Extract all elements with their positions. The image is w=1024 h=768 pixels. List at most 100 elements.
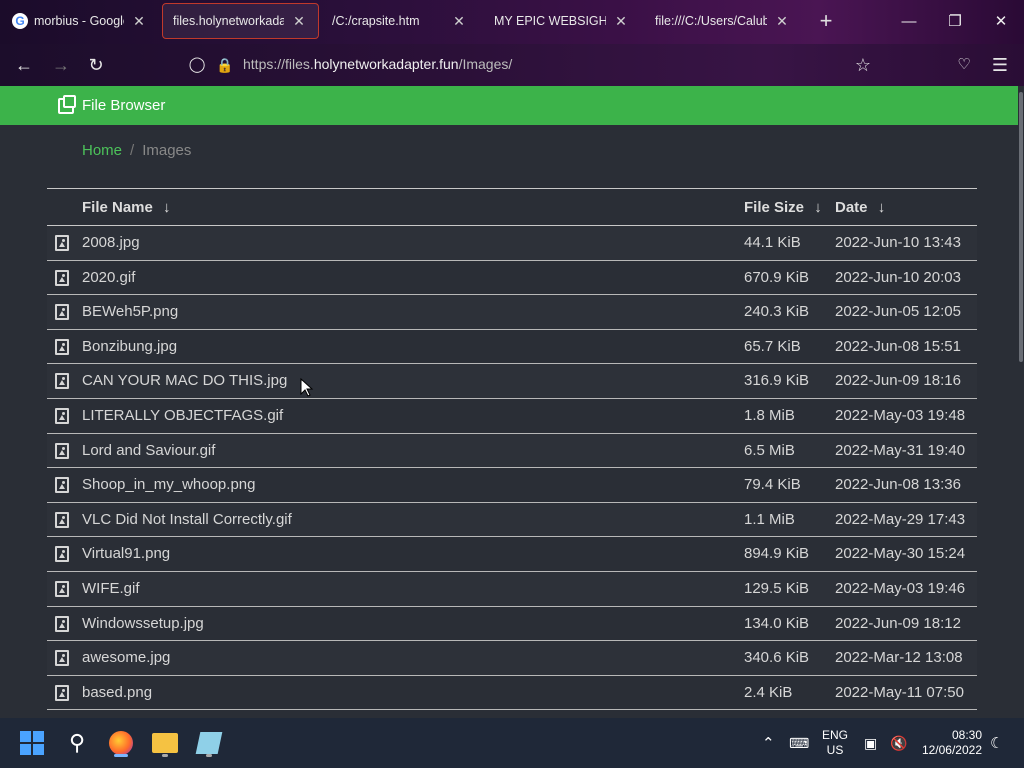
tab-title: files.holynetworkadapte	[173, 14, 284, 28]
notifications-icon[interactable]: ☾	[990, 718, 1003, 768]
image-file-icon	[55, 338, 69, 355]
tab-epic-websight[interactable]: MY EPIC WEBSIGHT ✕	[484, 3, 640, 39]
file-name-link[interactable]: 2020.gif	[82, 269, 135, 286]
close-tab-icon[interactable]: ✕	[773, 13, 791, 30]
file-size: 65.7 KiB	[744, 337, 801, 355]
breadcrumb-home-link[interactable]: Home	[82, 142, 122, 159]
maximize-icon[interactable]: ❐	[940, 8, 970, 36]
close-tab-icon[interactable]: ✕	[130, 13, 148, 30]
sort-arrow-icon: ↓	[163, 199, 171, 216]
tab-crapsite[interactable]: /C:/crapsite.htm ✕	[322, 3, 478, 39]
start-button[interactable]	[16, 727, 48, 759]
file-size: 240.3 KiB	[744, 303, 810, 321]
file-name-link[interactable]: awesome.jpg	[82, 649, 170, 666]
table-row[interactable]: Bonzibung.jpg 65.7 KiB 2022-Jun-08 15:51	[47, 330, 977, 365]
table-row[interactable]: VLC Did Not Install Correctly.gif 1.1 MiB…	[47, 502, 977, 538]
file-size: 129.5 KiB	[744, 579, 810, 597]
file-name-link[interactable]: WIFE.gif	[82, 580, 140, 597]
windows-logo-icon	[20, 731, 44, 755]
file-name-link[interactable]: Lord and Saviour.gif	[82, 442, 215, 459]
file-date: 2022-Jun-08 13:36	[835, 476, 961, 494]
file-date: 2022-May-11 07:50	[835, 683, 964, 701]
table-row[interactable]: awesome.jpg 340.6 KiB 2022-Mar-12 13:08	[47, 641, 977, 676]
file-name-link[interactable]: VLC Did Not Install Correctly.gif	[82, 511, 292, 528]
new-tab-button[interactable]: +	[814, 8, 838, 36]
close-tab-icon[interactable]: ✕	[290, 13, 308, 30]
notepad-icon[interactable]	[193, 727, 225, 759]
file-size: 44.1 KiB	[744, 234, 801, 251]
tab-file-users[interactable]: file:///C:/Users/Calub% ✕	[645, 3, 801, 39]
app-title[interactable]: File Browser	[82, 97, 165, 114]
close-window-icon[interactable]: ✕	[986, 8, 1016, 36]
file-name-link[interactable]: LITERALLY OBJECTFAGS.gif	[82, 407, 283, 424]
column-date[interactable]: Date ↓	[835, 199, 885, 216]
mouse-cursor-icon	[300, 378, 314, 397]
tab-files[interactable]: files.holynetworkadapte ✕	[162, 3, 319, 39]
column-file-name[interactable]: File Name ↓	[82, 199, 171, 216]
file-name-link[interactable]: Shoop_in_my_whoop.png	[82, 476, 255, 493]
table-row[interactable]: Virtual91.png 894.9 KiB 2022-May-30 15:24	[47, 537, 977, 572]
sort-arrow-icon: ↓	[877, 199, 886, 216]
file-name-link[interactable]: CAN YOUR MAC DO THIS.jpg	[82, 372, 287, 389]
address-bar[interactable]: https://files.holynetworkadapter.fun/Ima…	[243, 56, 512, 72]
forward-icon[interactable]: →	[48, 52, 74, 78]
table-row[interactable]: CAN YOUR MAC DO THIS.jpg 316.9 KiB 2022-Ju…	[47, 364, 977, 399]
reload-icon[interactable]: ↻	[83, 52, 109, 78]
search-icon[interactable]: ⚲	[61, 727, 93, 759]
table-row[interactable]: Windowssetup.jpg 134.0 KiB 2022-Jun-09 18:…	[47, 607, 977, 642]
volume-muted-icon[interactable]: 🔇	[890, 718, 907, 768]
show-hidden-icons-chevron-icon[interactable]: ⌃	[762, 718, 775, 768]
table-row[interactable]: 2008.jpg 44.1 KiB 2022-Jun-10 13:43	[47, 226, 977, 261]
table-row[interactable]: LITERALLY OBJECTFAGS.gif 1.8 MiB 2022-May-…	[47, 399, 977, 434]
scrollbar-thumb[interactable]	[1019, 92, 1023, 362]
file-name-link[interactable]: based.png	[82, 684, 152, 701]
url-domain: holynetworkadapter.fun	[313, 56, 459, 72]
keyboard-icon[interactable]: ⌨	[789, 718, 809, 768]
app-header: File Browser	[0, 86, 1018, 125]
table-row[interactable]: BEWeh5P.png 240.3 KiB 2022-Jun-05 12:05	[47, 295, 977, 330]
table-row[interactable]: Shoop_in_my_whoop.png 79.4 KiB 2022-Jun-08…	[47, 468, 977, 503]
file-date: 2022-May-30 15:24	[835, 545, 966, 563]
table-row[interactable]: 2020.gif 670.9 KiB 2022-Jun-10 20:03	[47, 261, 977, 296]
file-size: 134.0 KiB	[744, 614, 810, 632]
file-name-link[interactable]: Virtual91.png	[82, 545, 170, 562]
file-table: File Name ↓ File Size ↓ Date ↓ 2008.jpg 4…	[47, 188, 977, 711]
clock[interactable]: 08:30 12/06/2022	[920, 718, 982, 768]
pocket-icon[interactable]: ♡	[951, 52, 977, 78]
file-explorer-icon[interactable]	[149, 727, 181, 759]
url-prefix: https://files.	[243, 56, 314, 72]
image-file-icon	[55, 269, 69, 286]
file-date: 2022-Jun-09 18:16	[835, 372, 961, 390]
tab-title: MY EPIC WEBSIGHT	[494, 14, 606, 28]
table-row[interactable]: based.png 2.4 KiB 2022-May-11 07:50	[47, 676, 977, 711]
file-size: 316.9 KiB	[744, 372, 810, 390]
file-date: 2022-Jun-05 12:05	[835, 303, 961, 321]
region-code: US	[826, 743, 844, 757]
column-file-size[interactable]: File Size ↓	[744, 199, 822, 216]
shield-icon[interactable]: ◯	[184, 52, 210, 78]
network-icon[interactable]: ▣	[864, 718, 877, 768]
tab-morbius[interactable]: G morbius - Google S ✕	[2, 3, 158, 39]
sort-arrow-icon: ↓	[814, 199, 822, 216]
table-row[interactable]: Lord and Saviour.gif 6.5 MiB 2022-May-31 1…	[47, 433, 977, 469]
language-indicator[interactable]: ENG US	[820, 718, 850, 768]
file-name-link[interactable]: BEWeh5P.png	[82, 303, 178, 320]
menu-icon[interactable]: ☰	[987, 52, 1013, 78]
file-name-link[interactable]: 2008.jpg	[82, 234, 140, 251]
file-name-link[interactable]: Bonzibung.jpg	[82, 338, 177, 355]
file-size: 340.6 KiB	[744, 649, 810, 667]
file-date: 2022-May-03 19:48	[835, 406, 966, 424]
file-name-link[interactable]: Windowssetup.jpg	[82, 615, 204, 632]
image-file-icon	[55, 615, 69, 632]
back-icon[interactable]: ←	[11, 52, 37, 78]
close-tab-icon[interactable]: ✕	[450, 13, 468, 30]
table-row[interactable]: WIFE.gif 129.5 KiB 2022-May-03 19:46	[47, 571, 977, 607]
url-path: /Images/	[458, 56, 513, 72]
minimize-icon[interactable]: —	[894, 8, 924, 36]
file-size: 6.5 MiB	[744, 441, 795, 459]
breadcrumb-separator: /	[130, 142, 135, 159]
bookmark-star-icon[interactable]: ☆	[850, 52, 876, 78]
firefox-icon[interactable]	[105, 727, 137, 759]
lock-icon[interactable]: 🔒	[212, 52, 238, 78]
close-tab-icon[interactable]: ✕	[612, 13, 630, 30]
